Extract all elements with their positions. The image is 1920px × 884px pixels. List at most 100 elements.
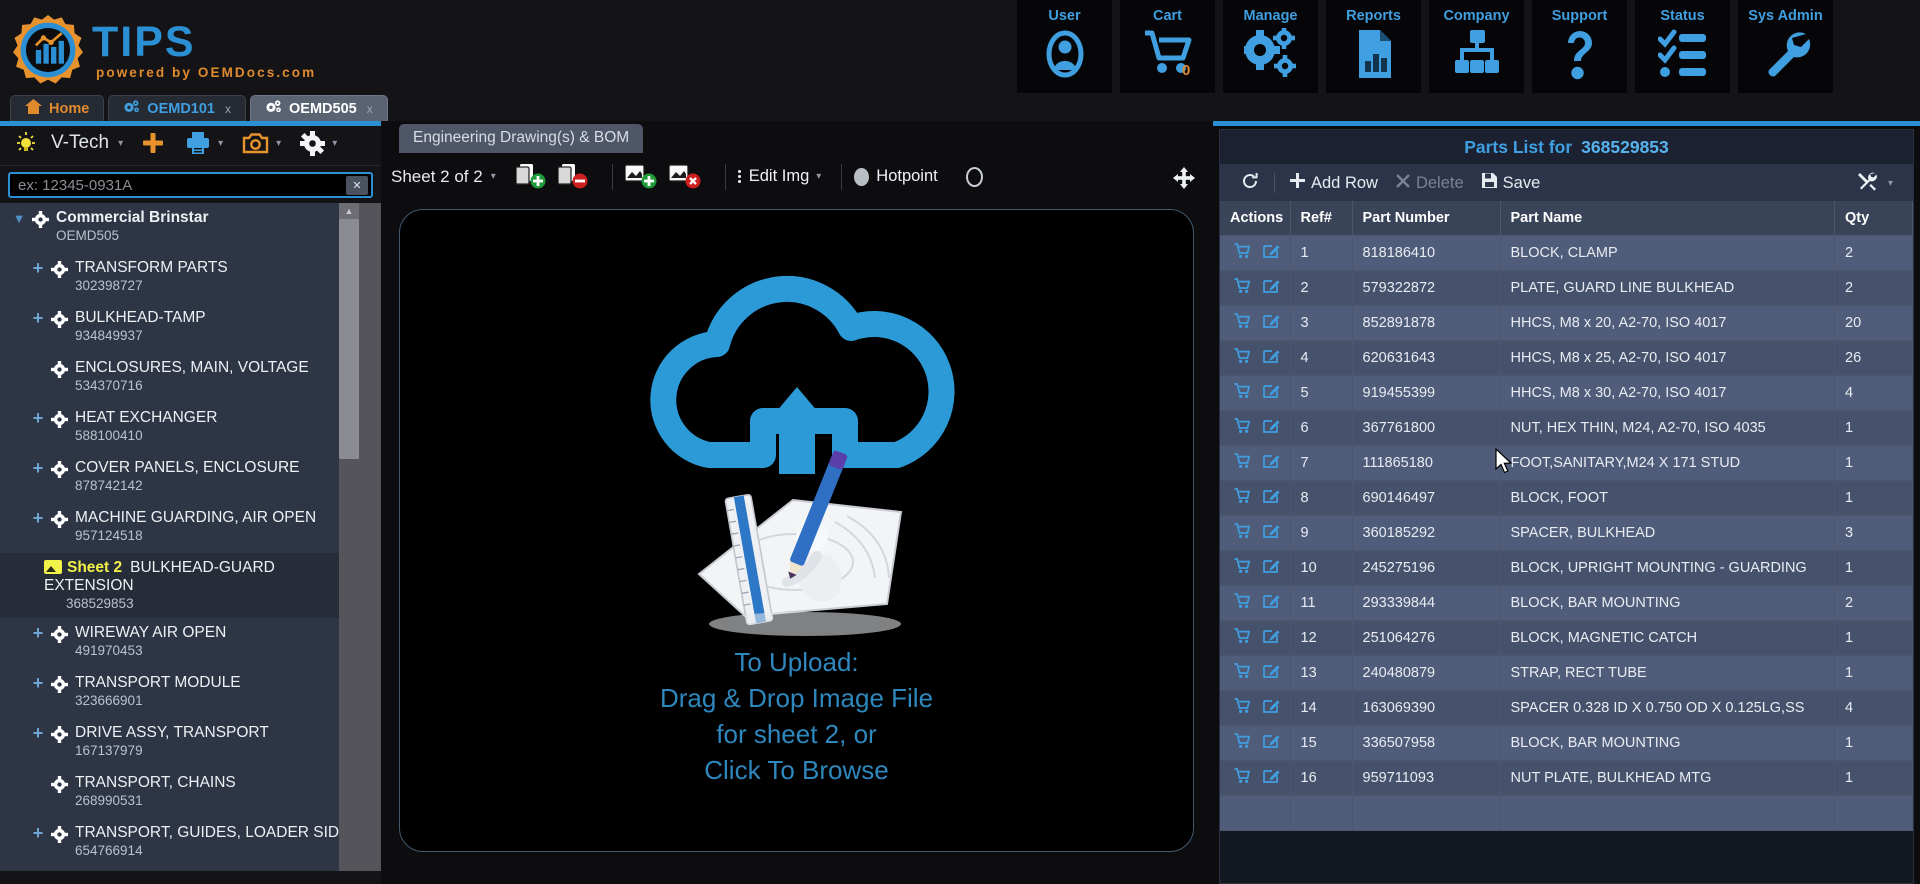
move-arrows-icon[interactable] <box>1173 167 1195 194</box>
add-to-cart-icon[interactable] <box>1234 768 1251 788</box>
expand-plus-icon[interactable]: + <box>25 824 51 842</box>
upload-line-4[interactable]: Click To Browse <box>660 752 933 788</box>
delete-button[interactable]: Delete <box>1387 174 1473 193</box>
nav-item-cart[interactable]: Cart 0 <box>1120 0 1215 93</box>
add-to-cart-icon[interactable] <box>1234 558 1251 578</box>
add-to-cart-icon[interactable] <box>1234 313 1251 333</box>
edit-pencil-icon[interactable] <box>1263 418 1280 438</box>
edit-pencil-icon[interactable] <box>1263 558 1280 578</box>
edit-pencil-icon[interactable] <box>1263 733 1280 753</box>
table-row[interactable]: 16 959711093 NUT PLATE, BULKHEAD MTG 1 <box>1220 760 1913 796</box>
tree-node-cover-panels-enclosure[interactable]: + COVER PANELS, ENCLOSURE 878742142 <box>0 453 359 503</box>
remove-sheet-button[interactable] <box>557 163 590 191</box>
add-to-cart-icon[interactable] <box>1234 663 1251 683</box>
refresh-button[interactable] <box>1232 172 1268 195</box>
nav-item-support[interactable]: Support <box>1532 0 1627 93</box>
tree-node-bulkhead-tamp[interactable]: + BULKHEAD-TAMP 934849937 <box>0 303 359 353</box>
table-row-blank[interactable] <box>1220 795 1913 831</box>
tree-node-machine-guarding-air-open[interactable]: + MACHINE GUARDING, AIR OPEN 957124518 <box>0 503 359 553</box>
tab-engineering-drawing-bom[interactable]: Engineering Drawing(s) & BOM <box>399 124 644 153</box>
expand-plus-icon[interactable]: + <box>25 409 51 427</box>
chevron-down-icon-gear[interactable]: ▾ <box>332 138 337 149</box>
app-logo[interactable]: TIPS powered by OEMDocs.com <box>0 0 316 93</box>
table-row[interactable]: 15 336507958 BLOCK, BAR MOUNTING 1 <box>1220 725 1913 761</box>
edit-pencil-icon[interactable] <box>1263 523 1280 543</box>
table-row[interactable]: 7 111865180 FOOT,SANITARY,M24 X 171 STUD… <box>1220 445 1913 481</box>
add-to-cart-icon[interactable] <box>1234 523 1251 543</box>
add-to-cart-icon[interactable] <box>1234 418 1251 438</box>
tree-node-transport-chains[interactable]: TRANSPORT, CHAINS 268990531 <box>0 768 359 818</box>
lightbulb-icon[interactable] <box>14 131 38 155</box>
edit-pencil-icon[interactable] <box>1263 453 1280 473</box>
clear-search-icon[interactable]: ✕ <box>346 175 368 195</box>
tree-node-wireway-air-open[interactable]: + WIREWAY AIR OPEN 491970453 <box>0 618 359 668</box>
edit-pencil-icon[interactable] <box>1263 593 1280 613</box>
table-row[interactable]: 10 245275196 BLOCK, UPRIGHT MOUNTING - G… <box>1220 550 1913 586</box>
table-row[interactable]: 12 251064276 BLOCK, MAGNETIC CATCH 1 <box>1220 620 1913 656</box>
table-row[interactable]: 6 367761800 NUT, HEX THIN, M24, A2-70, I… <box>1220 410 1913 446</box>
chevron-down-icon-camera[interactable]: ▾ <box>276 138 281 149</box>
edit-pencil-icon[interactable] <box>1263 488 1280 508</box>
save-button[interactable]: Save <box>1473 173 1550 193</box>
expand-plus-icon[interactable]: + <box>25 309 51 327</box>
tree-node-transport-guides-loader-side[interactable]: + TRANSPORT, GUIDES, LOADER SIDE 6547669… <box>0 818 359 868</box>
edit-img-button[interactable]: Edit Img ▾ <box>737 167 830 186</box>
nav-item-sys-admin[interactable]: Sys Admin <box>1738 0 1833 93</box>
expand-plus-icon[interactable]: + <box>25 259 51 277</box>
add-to-cart-icon[interactable] <box>1234 453 1251 473</box>
tab-close-oemd101[interactable]: x <box>225 102 231 116</box>
tree-node-enclosures-main-voltage[interactable]: ENCLOSURES, MAIN, VOLTAGE 534370716 <box>0 353 359 403</box>
edit-pencil-icon[interactable] <box>1263 278 1280 298</box>
chevron-down-icon-print[interactable]: ▾ <box>218 138 223 149</box>
tab-oemd101[interactable]: OEMD101 x <box>108 95 246 121</box>
edit-pencil-icon[interactable] <box>1263 768 1280 788</box>
add-to-cart-icon[interactable] <box>1234 488 1251 508</box>
nav-item-status[interactable]: Status <box>1635 0 1730 93</box>
expand-plus-icon[interactable]: + <box>25 459 51 477</box>
tools-icon[interactable] <box>1857 171 1878 196</box>
nav-item-user[interactable]: User <box>1017 0 1112 93</box>
table-row[interactable]: 5 919455399 HHCS, M8 x 30, A2-70, ISO 40… <box>1220 375 1913 411</box>
expand-plus-icon[interactable]: + <box>25 724 51 742</box>
chevron-down-icon[interactable]: ▾ <box>1888 178 1893 189</box>
tree-node-sheet-2-selected[interactable]: Sheet 2 BULKHEAD-GUARD EXTENSION 36852985… <box>0 553 359 618</box>
tree-node-drive-assy-transport[interactable]: + DRIVE ASSY, TRANSPORT 167137979 <box>0 718 359 768</box>
gear-icon[interactable] <box>300 130 326 156</box>
nav-item-company[interactable]: Company <box>1429 0 1524 93</box>
scroll-up-arrow-icon[interactable]: ▲ <box>339 203 359 219</box>
edit-pencil-icon[interactable] <box>1263 243 1280 263</box>
sheet-selector[interactable]: Sheet 2 of 2 ▾ <box>391 167 504 187</box>
table-row[interactable]: 11 293339844 BLOCK, BAR MOUNTING 2 <box>1220 585 1913 621</box>
add-to-cart-icon[interactable] <box>1234 383 1251 403</box>
tree-scrollbar[interactable]: ▲ <box>339 203 359 871</box>
printer-icon[interactable] <box>185 131 211 155</box>
remove-image-button[interactable] <box>668 163 703 191</box>
outline-circle-icon[interactable] <box>965 166 983 187</box>
tab-home[interactable]: Home <box>10 95 105 121</box>
tree-node-commercial-brinstar[interactable]: ▼ Commercial Brinstar OEMD505 <box>0 203 359 253</box>
add-to-cart-icon[interactable] <box>1234 243 1251 263</box>
table-row[interactable]: 9 360185292 SPACER, BULKHEAD 3 <box>1220 515 1913 551</box>
expand-plus-icon[interactable]: + <box>25 674 51 692</box>
table-row[interactable]: 14 163069390 SPACER 0.328 ID X 0.750 OD … <box>1220 690 1913 726</box>
edit-pencil-icon[interactable] <box>1263 348 1280 368</box>
add-to-cart-icon[interactable] <box>1234 348 1251 368</box>
add-to-cart-icon[interactable] <box>1234 278 1251 298</box>
search-input[interactable] <box>10 176 346 194</box>
hotpoint-button[interactable]: Hotpoint <box>854 167 938 186</box>
expand-plus-icon[interactable]: + <box>25 509 51 527</box>
add-to-cart-icon[interactable] <box>1234 593 1251 613</box>
edit-pencil-icon[interactable] <box>1263 663 1280 683</box>
table-row[interactable]: 4 620631643 HHCS, M8 x 25, A2-70, ISO 40… <box>1220 340 1913 376</box>
image-dropzone[interactable]: To Upload: Drag & Drop Image File for sh… <box>399 209 1194 852</box>
edit-pencil-icon[interactable] <box>1263 628 1280 648</box>
search-box[interactable]: ✕ <box>8 172 373 198</box>
tree-node-transport-module[interactable]: + TRANSPORT MODULE 323666901 <box>0 668 359 718</box>
tree-scroll-thumb[interactable] <box>339 219 359 459</box>
nav-item-reports[interactable]: Reports <box>1326 0 1421 93</box>
tab-oemd505[interactable]: OEMD505 x <box>250 95 388 121</box>
table-row[interactable]: 3 852891878 HHCS, M8 x 20, A2-70, ISO 40… <box>1220 305 1913 341</box>
plus-icon[interactable] <box>140 130 166 156</box>
table-row[interactable]: 1 818186410 BLOCK, CLAMP 2 <box>1220 235 1913 271</box>
add-sheet-button[interactable] <box>515 163 548 191</box>
